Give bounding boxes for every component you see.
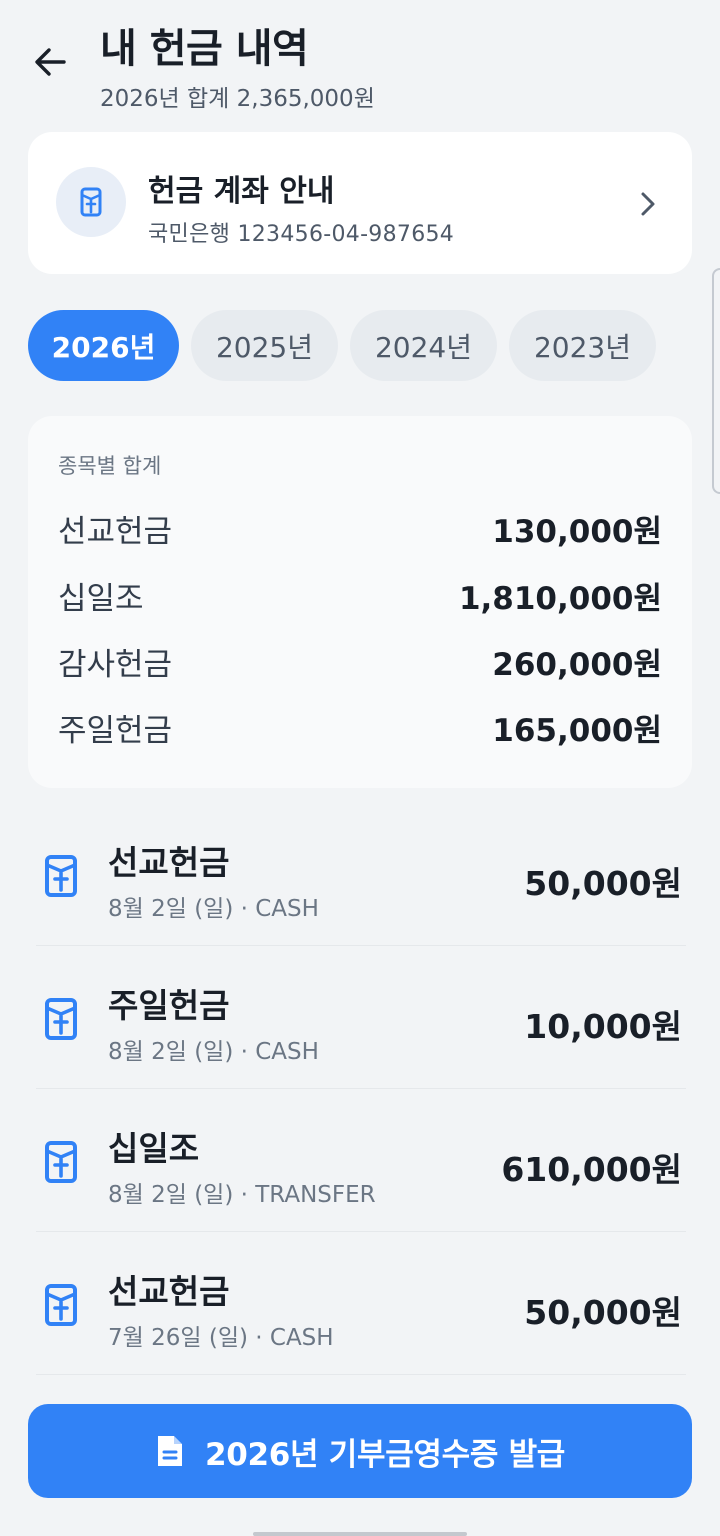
record-name: 주일헌금 bbox=[108, 986, 230, 1025]
offering-envelope-icon bbox=[45, 855, 77, 897]
record-name: 십일조 bbox=[108, 1129, 200, 1168]
chevron-right-icon bbox=[641, 192, 655, 216]
issue-receipt-label: 2026년 기부금영수증 발급 bbox=[204, 1436, 566, 1473]
account-info-card[interactable]: 헌금 계좌 안내 국민은행 123456-04-987654 bbox=[28, 132, 692, 274]
summary-row-name: 감사헌금 bbox=[58, 647, 173, 683]
record-name: 선교헌금 bbox=[108, 1272, 230, 1311]
offering-envelope-icon bbox=[45, 1284, 77, 1326]
record-meta: 8월 2일 (일) · TRANSFER bbox=[108, 1182, 376, 1208]
summary-card: 종목별 합계 선교헌금 130,000원 십일조 1,810,000원 감사헌금… bbox=[28, 416, 692, 788]
back-button[interactable] bbox=[28, 38, 72, 86]
summary-row: 감사헌금 260,000원 bbox=[58, 639, 662, 683]
summary-row-amount: 130,000원 bbox=[492, 514, 662, 550]
summary-row: 선교헌금 130,000원 bbox=[58, 506, 662, 550]
year-tab-2025[interactable]: 2025년 bbox=[191, 310, 338, 381]
summary-row-name: 주일헌금 bbox=[58, 713, 173, 749]
summary-row-name: 십일조 bbox=[58, 581, 144, 617]
offering-envelope-icon bbox=[80, 187, 102, 217]
arrow-left-icon bbox=[35, 48, 66, 76]
page-title: 내 헌금 내역 bbox=[100, 26, 309, 72]
summary-row-amount: 260,000원 bbox=[492, 647, 662, 683]
scroll-edge-handle[interactable] bbox=[712, 268, 720, 494]
document-icon bbox=[157, 1436, 182, 1466]
issue-receipt-button[interactable]: 2026년 기부금영수증 발급 bbox=[28, 1404, 692, 1498]
year-tab-2024[interactable]: 2024년 bbox=[350, 310, 497, 381]
record-amount: 10,000원 bbox=[524, 1007, 682, 1046]
year-tabs: 2026년 2025년 2024년 2023년 bbox=[28, 310, 668, 381]
account-icon-circle bbox=[56, 167, 126, 237]
record-meta: 8월 2일 (일) · CASH bbox=[108, 896, 319, 922]
summary-row-amount: 165,000원 bbox=[492, 713, 662, 749]
record-amount: 50,000원 bbox=[524, 1293, 682, 1332]
record-name: 선교헌금 bbox=[108, 843, 230, 882]
divider bbox=[36, 1374, 686, 1375]
offering-record[interactable]: 선교헌금 8월 2일 (일) · CASH 50,000원 bbox=[36, 803, 686, 946]
record-meta: 7월 26일 (일) · CASH bbox=[108, 1325, 334, 1351]
year-tab-2026[interactable]: 2026년 bbox=[28, 310, 179, 381]
record-amount: 610,000원 bbox=[501, 1150, 682, 1189]
summary-row-name: 선교헌금 bbox=[58, 514, 173, 550]
account-title: 헌금 계좌 안내 bbox=[148, 174, 335, 209]
offering-envelope-icon bbox=[45, 998, 77, 1040]
home-indicator bbox=[253, 1532, 467, 1536]
summary-label: 종목별 합계 bbox=[58, 454, 162, 478]
record-meta: 8월 2일 (일) · CASH bbox=[108, 1039, 319, 1065]
summary-row-amount: 1,810,000원 bbox=[458, 581, 662, 617]
record-amount: 50,000원 bbox=[524, 864, 682, 903]
offering-record[interactable]: 선교헌금 7월 26일 (일) · CASH 50,000원 bbox=[36, 1232, 686, 1375]
year-tab-2023[interactable]: 2023년 bbox=[509, 310, 656, 381]
offering-record[interactable]: 주일헌금 8월 2일 (일) · CASH 10,000원 bbox=[36, 946, 686, 1089]
summary-row: 주일헌금 165,000원 bbox=[58, 705, 662, 749]
offering-record[interactable]: 십일조 8월 2일 (일) · TRANSFER 610,000원 bbox=[36, 1089, 686, 1232]
header: 내 헌금 내역 2026년 합계 2,365,000원 bbox=[0, 0, 720, 120]
summary-row: 십일조 1,810,000원 bbox=[58, 573, 662, 617]
account-detail: 국민은행 123456-04-987654 bbox=[148, 222, 455, 247]
page-subtitle: 2026년 합계 2,365,000원 bbox=[100, 86, 375, 112]
offering-envelope-icon bbox=[45, 1141, 77, 1183]
